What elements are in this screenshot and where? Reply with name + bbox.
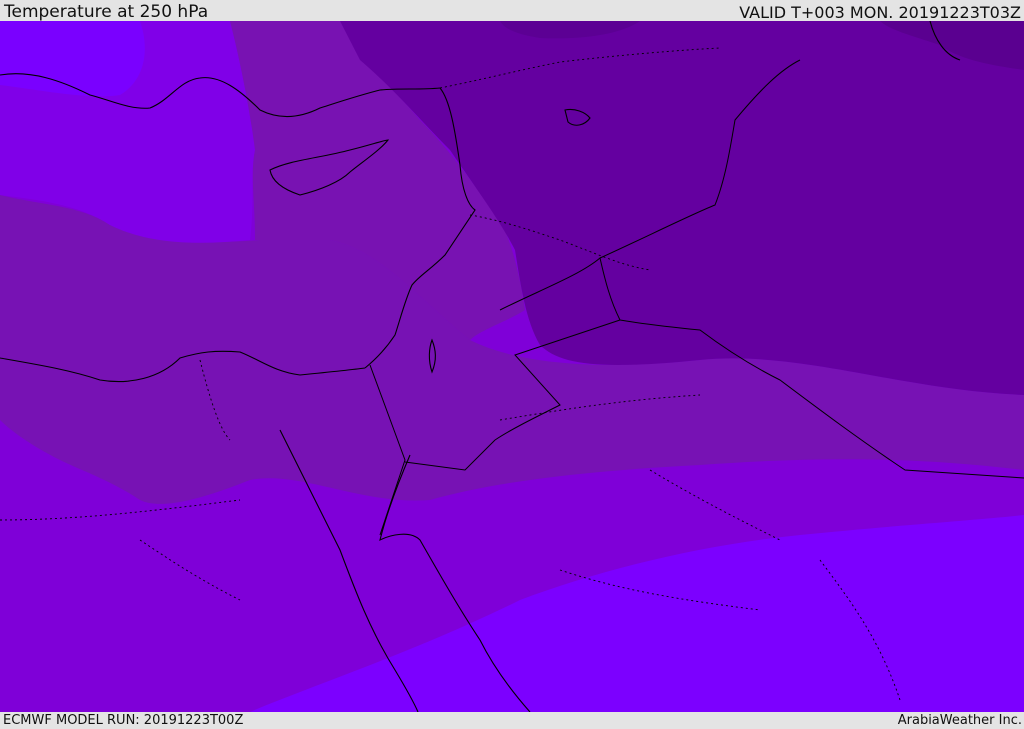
map-title: Temperature at 250 hPa bbox=[4, 2, 209, 22]
header-bar: Temperature at 250 hPa VALID T+003 MON. … bbox=[0, 0, 1024, 22]
brand-label: ArabiaWeather Inc. bbox=[897, 713, 1022, 728]
temperature-band-west-blue bbox=[0, 21, 145, 97]
temperature-map[interactable] bbox=[0, 21, 1024, 712]
footer-bar: ECMWF MODEL RUN: 20191223T00Z ArabiaWeat… bbox=[0, 712, 1024, 729]
valid-time-label: VALID T+003 MON. 20191223T03Z bbox=[739, 3, 1021, 22]
model-run-label: ECMWF MODEL RUN: 20191223T00Z bbox=[3, 713, 244, 728]
